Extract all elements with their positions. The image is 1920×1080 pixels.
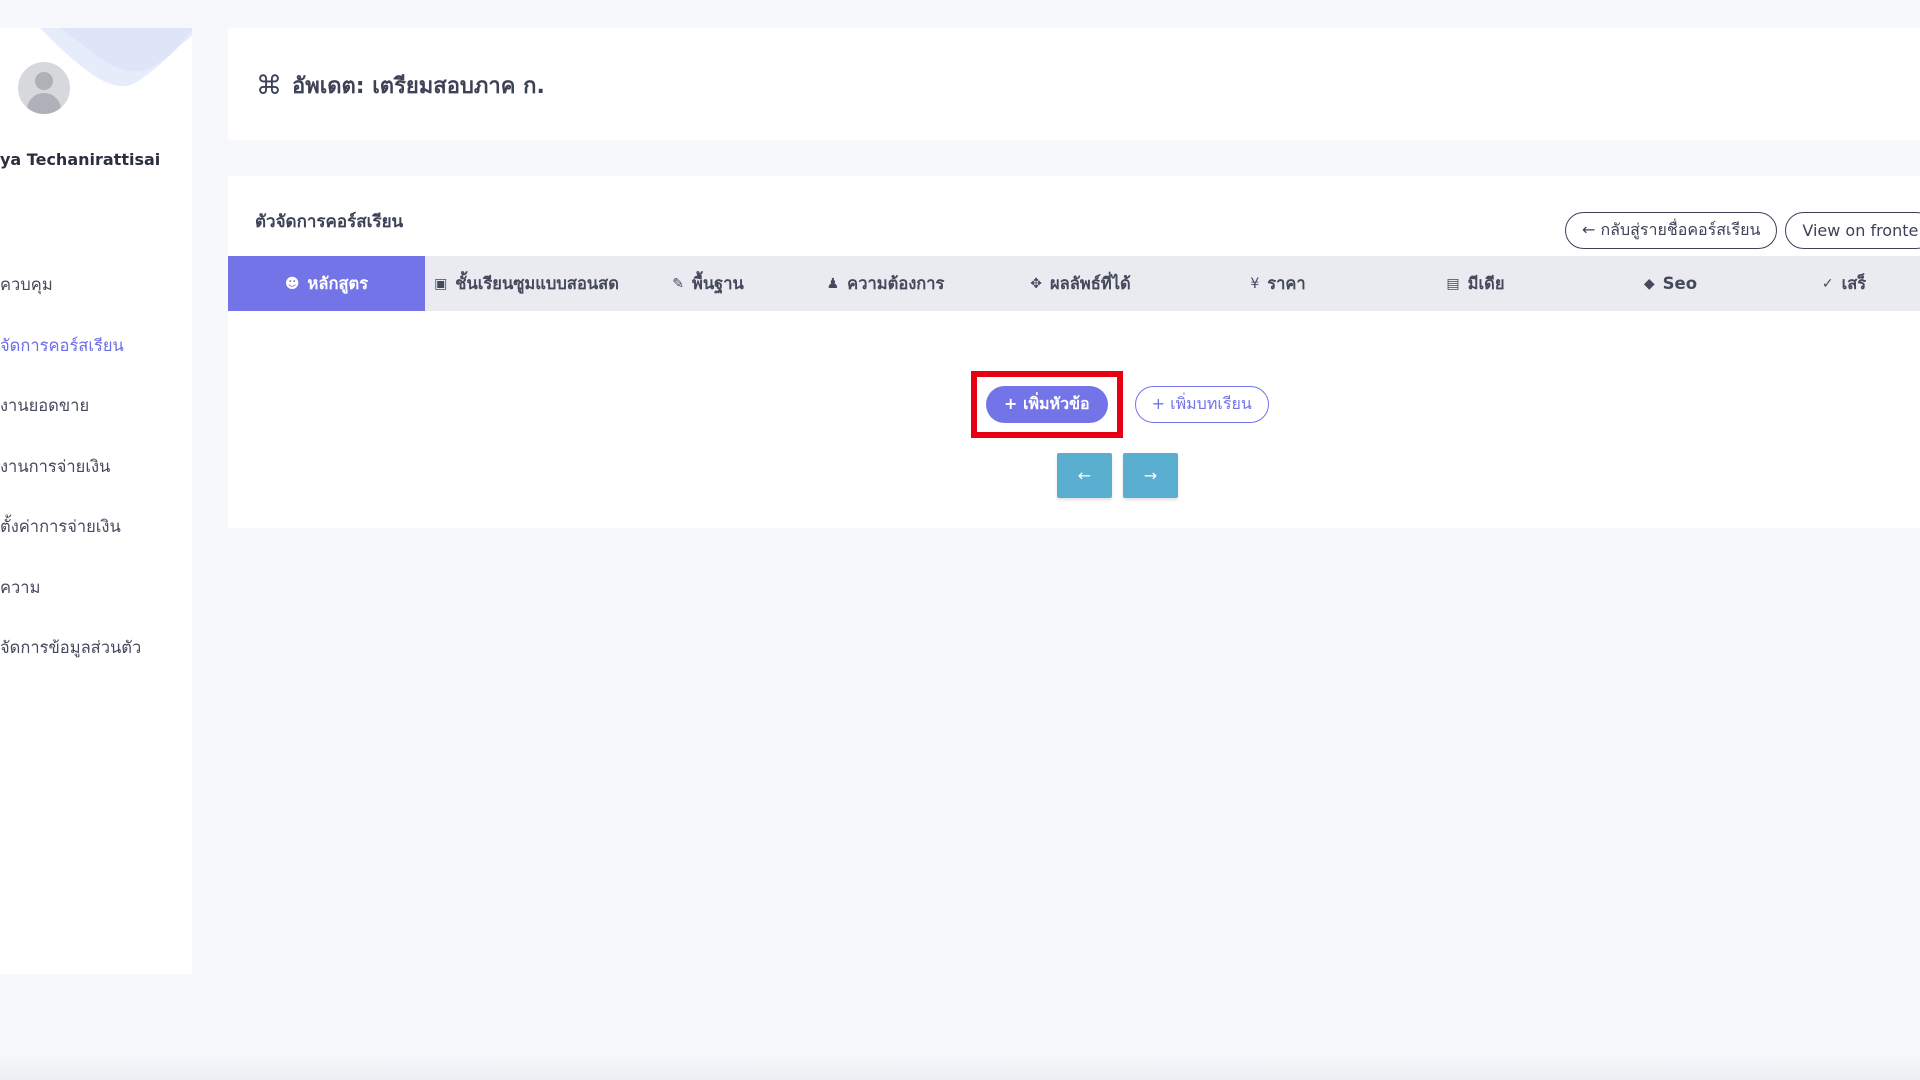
bell-icon: ♟ <box>826 275 840 292</box>
video-icon: ▣ <box>434 275 448 292</box>
tab-basic[interactable]: ✎ พื้นฐาน <box>628 256 788 311</box>
add-lesson-button[interactable]: + เพิ่มบทเรียน <box>1134 386 1269 423</box>
previous-button[interactable]: ← <box>1057 453 1112 498</box>
tab-label: ราคา <box>1267 273 1306 293</box>
tab-label: ความต้องการ <box>847 273 945 293</box>
tab-requirements[interactable]: ♟ ความต้องการ <box>788 256 983 311</box>
page-title: ⌘ อัพเดต: เตรียมสอบภาค ก. <box>256 68 545 103</box>
user-circle-icon: ☻ <box>284 275 300 292</box>
sidebar-item-payment-report[interactable]: งานการจ่ายเงิน <box>0 454 192 515</box>
top-actions: ← กลับสู่รายชื่อคอร์สเรียน View on front… <box>1565 212 1920 249</box>
tab-label: มีเดีย <box>1467 273 1505 293</box>
bottom-shadow <box>0 1052 1920 1080</box>
media-icon: ▤ <box>1446 275 1460 292</box>
highlight-annotation: + เพิ่มหัวข้อ <box>971 371 1123 438</box>
tab-live-class[interactable]: ▣ ชั้นเรียนซูมแบบสอนสด <box>425 256 628 311</box>
sidebar-item-sales-report[interactable]: งานยอดขาย <box>0 393 192 454</box>
command-icon: ⌘ <box>256 70 282 101</box>
header-card: ⌘ อัพเดต: เตรียมสอบภาค ก. <box>228 28 1920 140</box>
tab-outcomes[interactable]: ✥ ผลลัพธ์ที่ได้ <box>983 256 1178 311</box>
tab-finish[interactable]: ✓ เสร็ <box>1768 256 1920 311</box>
yen-icon: ¥ <box>1250 275 1260 292</box>
tab-curriculum[interactable]: ☻ หลักสูตร <box>228 256 425 311</box>
course-manager-card: ตัวจัดการคอร์สเรียน ← กลับสู่รายชื่อคอร์… <box>228 176 1920 528</box>
step-navigation: ← → <box>1057 453 1178 498</box>
next-button[interactable]: → <box>1123 453 1178 498</box>
course-tabs: ☻ หลักสูตร ▣ ชั้นเรียนซูมแบบสอนสด ✎ พื้น… <box>228 256 1920 311</box>
sidebar: ya Techanirattisai ควบคุม จัดการคอร์สเรี… <box>0 28 192 974</box>
tab-label: หลักสูตร <box>307 273 369 293</box>
add-section-button[interactable]: + เพิ่มหัวข้อ <box>986 386 1108 423</box>
sidebar-item-profile[interactable]: จัดการข้อมูลส่วนตัว <box>0 635 192 696</box>
back-to-courses-button[interactable]: ← กลับสู่รายชื่อคอร์สเรียน <box>1565 212 1778 249</box>
sidebar-menu: ควบคุม จัดการคอร์สเรียน งานยอดขาย งานการ… <box>0 272 192 696</box>
tab-seo[interactable]: ◆ Seo <box>1573 256 1768 311</box>
page-title-text: อัพเดต: เตรียมสอบภาค ก. <box>292 74 545 99</box>
avatar-icon <box>35 72 53 90</box>
tab-label: พื้นฐาน <box>691 273 744 293</box>
move-icon: ✥ <box>1030 275 1042 292</box>
sidebar-item-payment-settings[interactable]: ตั้งค่าการจ่ายเงิน <box>0 514 192 575</box>
tab-label: ผลลัพธ์ที่ได้ <box>1050 273 1131 293</box>
view-on-frontend-button[interactable]: View on fronte <box>1785 212 1920 249</box>
curriculum-actions: + เพิ่มหัวข้อ + เพิ่มบทเรียน <box>971 371 1269 438</box>
tab-label: ชั้นเรียนซูมแบบสอนสด <box>455 273 619 293</box>
user-name: ya Techanirattisai <box>0 150 161 169</box>
sidebar-item-messages[interactable]: ความ <box>0 575 192 636</box>
section-title: ตัวจัดการคอร์สเรียน <box>255 212 404 232</box>
sidebar-item-dashboard[interactable]: ควบคุม <box>0 272 192 333</box>
tag-icon: ◆ <box>1643 275 1655 292</box>
tab-label: เสร็ <box>1841 273 1867 293</box>
sidebar-item-manage-courses[interactable]: จัดการคอร์สเรียน <box>0 333 192 394</box>
check-circle-icon: ✓ <box>1821 275 1834 292</box>
tab-media[interactable]: ▤ มีเดีย <box>1378 256 1573 311</box>
tab-label: Seo <box>1662 274 1698 293</box>
tab-pricing[interactable]: ¥ ราคา <box>1178 256 1378 311</box>
avatar[interactable] <box>18 62 70 114</box>
pencil-icon: ✎ <box>672 275 684 292</box>
